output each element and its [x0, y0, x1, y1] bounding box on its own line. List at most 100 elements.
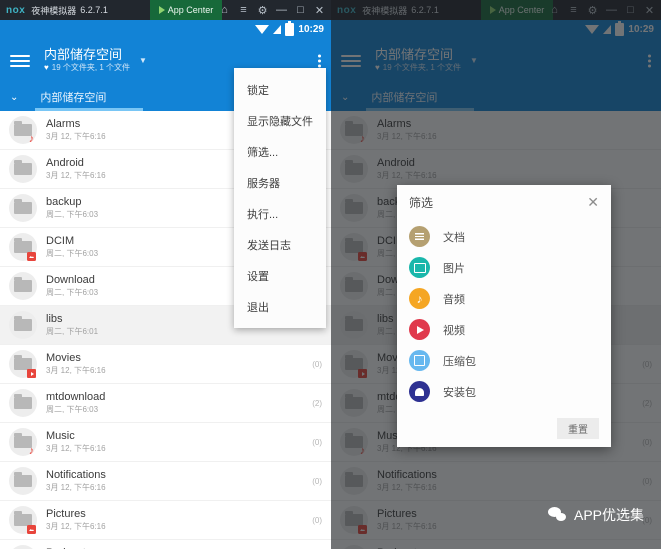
filter-dialog: 筛选 ✕ 文档图片音频视频压缩包安装包 重置 [397, 185, 611, 447]
folder-icon [9, 311, 37, 339]
table-row[interactable]: Notifications 3月 12, 下午6:16 (0) [0, 462, 331, 501]
filter-option-文档[interactable]: 文档 [397, 221, 611, 252]
app-center-label: App Center [167, 5, 214, 15]
file-meta: Music 3月 12, 下午6:16 [46, 429, 306, 455]
reset-button[interactable]: 重置 [557, 417, 599, 439]
left-emulator-panel: nox 夜神模拟器 6.2.7.1 App Center ⌂ ≡ ⚙ — □ ✕… [0, 0, 331, 549]
file-name: Movies [46, 352, 81, 364]
minimize-icon[interactable]: — [272, 0, 291, 20]
filter-option-安装包[interactable]: 安装包 [397, 376, 611, 407]
filter-option-视频[interactable]: 视频 [397, 314, 611, 345]
maximize-icon[interactable]: □ [291, 0, 310, 20]
file-name: mtdownload [46, 391, 106, 403]
window-controls: ⌂ ≡ ⚙ — □ ✕ [215, 0, 329, 20]
hamburger-menu-icon[interactable] [10, 54, 30, 67]
archive-icon [409, 350, 430, 371]
filter-option-压缩包[interactable]: 压缩包 [397, 345, 611, 376]
file-date: 周二, 下午6:03 [46, 405, 99, 414]
file-meta: Movies 3月 12, 下午6:16 [46, 351, 306, 377]
breadcrumb-chevron-down-icon[interactable]: ⌄ [10, 92, 18, 103]
subtitle-text: 19 个文件夹, 1 个文件 [51, 63, 130, 72]
chevron-down-icon[interactable]: ▼ [139, 56, 147, 65]
file-count: (2) [312, 398, 322, 408]
filter-option-label: 图片 [443, 262, 465, 275]
breadcrumb-label[interactable]: 内部储存空间 [40, 89, 106, 105]
screenshot-stage: nox 夜神模拟器 6.2.7.1 App Center ⌂ ≡ ⚙ — □ ✕… [0, 0, 661, 549]
filter-dialog-header: 筛选 ✕ [397, 185, 611, 219]
filter-dialog-title: 筛选 [409, 195, 434, 210]
img-badge-icon [27, 252, 36, 261]
overflow-menu-button[interactable] [318, 54, 321, 67]
video-icon [409, 319, 430, 340]
folder-icon [9, 272, 37, 300]
menu-item-0[interactable]: 锁定 [234, 74, 326, 105]
file-meta: Pictures 3月 12, 下午6:16 [46, 507, 306, 533]
folder-icon [9, 545, 37, 549]
menu-item-6[interactable]: 设置 [234, 260, 326, 291]
watermark: APP优选集 [547, 505, 644, 525]
emulator-app-name: 夜神模拟器 [31, 5, 77, 16]
filter-option-图片[interactable]: 图片 [397, 252, 611, 283]
folder-icon [9, 233, 37, 261]
menu-item-5[interactable]: 发送日志 [234, 229, 326, 260]
filter-option-label: 安装包 [443, 386, 476, 399]
file-count: (0) [312, 515, 322, 525]
file-name: Notifications [46, 469, 106, 481]
folder-icon [9, 350, 37, 378]
keyboard-icon[interactable]: ⌂ [215, 0, 234, 20]
folder-icon: ♪ [9, 116, 37, 145]
document-icon [409, 226, 430, 247]
file-meta: mtdownload 周二, 下午6:03 [46, 390, 306, 416]
folder-icon [9, 467, 37, 495]
gear-icon[interactable]: ⚙ [253, 0, 272, 20]
menu-icon[interactable]: ≡ [234, 0, 253, 20]
filter-dialog-footer: 重置 [397, 413, 611, 447]
right-emulator-panel: nox 夜神模拟器 6.2.7.1 App Center ⌂ ≡ ⚙ — □ ✕… [331, 0, 661, 549]
wifi-icon [255, 24, 270, 34]
table-row[interactable]: Pictures 3月 12, 下午6:16 (0) [0, 501, 331, 540]
audio-icon [409, 288, 430, 309]
folder-icon [9, 194, 37, 222]
folder-icon [9, 506, 37, 534]
table-row[interactable]: ♪ Music 3月 12, 下午6:16 (0) [0, 423, 331, 462]
package-icon [409, 381, 430, 402]
menu-item-1[interactable]: 显示隐藏文件 [234, 105, 326, 136]
file-name: Music [46, 430, 75, 442]
vid-badge-icon [27, 369, 36, 378]
file-name: Pictures [46, 508, 86, 520]
emulator-titlebar: nox 夜神模拟器 6.2.7.1 App Center ⌂ ≡ ⚙ — □ ✕ [0, 0, 331, 20]
android-status-bar: 10:29 [0, 20, 331, 38]
play-triangle-icon [158, 6, 165, 14]
file-count: (0) [312, 476, 322, 486]
emulator-version: 6.2.7.1 [80, 5, 108, 15]
file-count: (0) [312, 359, 322, 369]
music-badge-icon: ♪ [28, 133, 35, 145]
table-row[interactable]: Movies 3月 12, 下午6:16 (0) [0, 345, 331, 384]
menu-item-4[interactable]: 执行... [234, 198, 326, 229]
heart-icon: ♥ [44, 63, 49, 72]
battery-icon [285, 20, 295, 36]
filter-option-音频[interactable]: 音频 [397, 283, 611, 314]
menu-item-2[interactable]: 筛选... [234, 136, 326, 167]
table-row[interactable]: mtdownload 周二, 下午6:03 (2) [0, 384, 331, 423]
filter-option-label: 文档 [443, 231, 465, 244]
file-date: 3月 12, 下午6:16 [46, 366, 106, 375]
music-badge-icon: ♪ [28, 445, 35, 457]
overflow-popup-menu[interactable]: 锁定 显示隐藏文件 筛选... 服务器 执行... 发送日志 设置 退出 [234, 68, 326, 328]
close-icon[interactable]: ✕ [310, 0, 329, 20]
menu-item-7[interactable]: 退出 [234, 291, 326, 322]
folder-icon: ♪ [9, 428, 37, 457]
filter-option-label: 压缩包 [443, 355, 476, 368]
menu-item-3[interactable]: 服务器 [234, 167, 326, 198]
nox-logo: nox [6, 4, 26, 16]
app-center-button[interactable]: App Center [150, 0, 222, 20]
close-icon[interactable]: ✕ [587, 195, 599, 209]
page-subtitle: ♥ 19 个文件夹, 1 个文件 [44, 62, 130, 74]
filter-option-label: 音频 [443, 293, 465, 306]
page-title: 内部储存空间 [44, 47, 123, 62]
filter-options-list: 文档图片音频视频压缩包安装包 [397, 219, 611, 413]
table-row[interactable]: Podcasts3月 12, 下午6:16(0) [0, 540, 331, 549]
file-date: 3月 12, 下午6:16 [46, 522, 106, 531]
file-meta: Notifications 3月 12, 下午6:16 [46, 468, 306, 494]
img-badge-icon [27, 525, 36, 534]
